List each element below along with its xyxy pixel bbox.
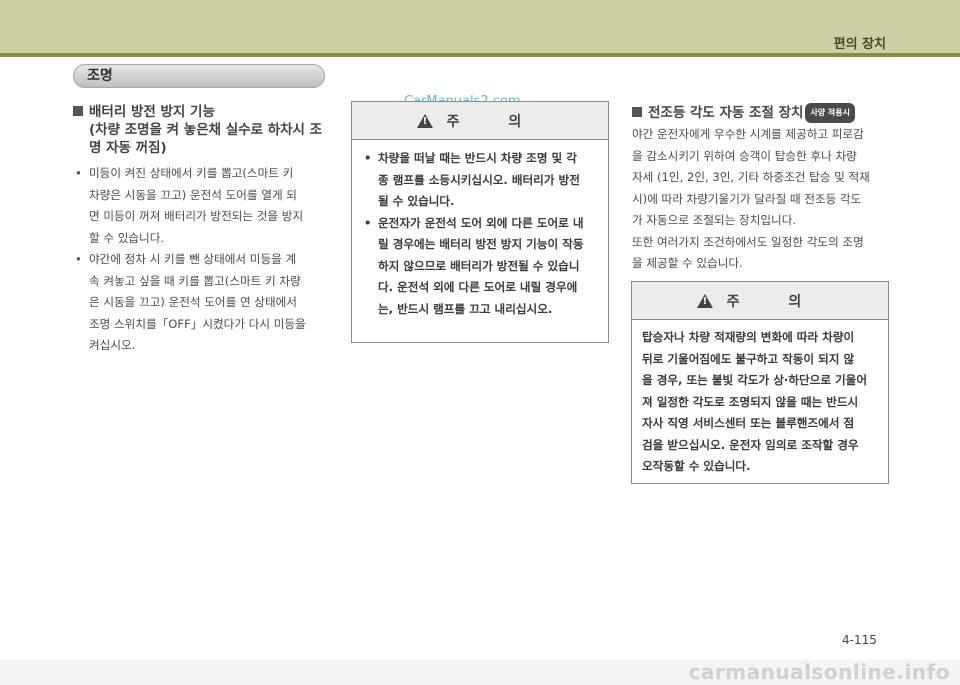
text-line: 야간 운전자에게 우수한 시계를 제공하고 피로감	[632, 127, 864, 141]
option-badge: 사양 적용시	[805, 103, 856, 123]
heading-line: 배터리 방전 방지 기능	[89, 104, 215, 120]
text-line: 져 일정한 각도로 조명되지 않을 때는 반드시	[642, 394, 859, 409]
text-line: 는, 반드시 램프를 끄고 내리십시오.	[378, 301, 553, 316]
heading-line: 명 자동 꺼짐)	[89, 140, 167, 156]
list-item: 차량을 떠날 때는 반드시 차량 조명 및 각 종 램프를 소등시키십시오. 배…	[364, 148, 598, 213]
text-line: 시)에 따라 차량기울기가 달라질 때 전조등 각도	[632, 191, 862, 206]
caution-title: 주 의	[726, 293, 824, 310]
text-line: 자세 (1인, 2인, 3인, 기타 하중조건 탑승 및 적재	[632, 170, 870, 184]
header-band	[0, 0, 960, 53]
warning-icon	[416, 113, 433, 128]
square-bullet-icon	[73, 106, 83, 116]
header-rule	[0, 53, 960, 57]
chapter-title: 편의 장치	[833, 37, 886, 52]
text-line: 다. 운전석 외에 다른 도어로 내릴 경우에	[378, 280, 578, 294]
section-tab: 조명	[73, 64, 325, 88]
text-line: 가 자동으로 조절되는 장치입니다.	[632, 213, 797, 227]
caution-body: 탑승자나 차량 적재량의 변화에 따라 차량이 뒤로 기울어짐에도 불구하고 작…	[632, 320, 888, 478]
text-line: 검을 받으십시오. 운전자 임의로 조작할 경우	[642, 437, 859, 452]
text-line: 속 켜놓고 싶을 때 키를 뽑고(스마트 키 차량	[89, 273, 301, 288]
text-line: 면 미등이 꺼져 배터리가 방전되는 것을 방지	[89, 209, 304, 223]
right-paragraph: 야간 운전자에게 우수한 시계를 제공하고 피로감 을 감소시키기 위하여 승객…	[632, 124, 902, 275]
text-line: 조명 스위치를「OFF」시켰다가 다시 미등을	[89, 316, 306, 331]
heading-text: 전조등 각도 자동 조절 장치	[648, 105, 804, 121]
text-line: 할 수 있습니다.	[89, 230, 165, 245]
text-line: 을 경우, 또는 불빛 각도가 상·하단으로 기울어	[642, 373, 868, 387]
site-watermark: carmanualsonline.info	[688, 660, 950, 684]
text-line: 릴 경우에는 배터리 방전 방지 기능이 작동	[378, 237, 584, 251]
text-line: 종 램프를 소등시키십시오. 배터리가 방전	[378, 172, 580, 187]
heading-line: (차량 조명을 켜 놓은채 실수로 하차시 조	[89, 122, 323, 138]
square-bullet-icon	[632, 107, 642, 117]
text-line: 차량을 떠날 때는 반드시 차량 조명 및 각	[378, 151, 577, 165]
list-item: 야간에 정차 시 키를 뺀 상태에서 미등을 계 속 켜놓고 싶을 때 키를 뽑…	[75, 249, 337, 357]
text-line: 탑승자나 차량 적재량의 변화에 따라 차량이	[642, 330, 855, 344]
text-line: 미등이 켜진 상태에서 키를 뽑고(스마트 키	[89, 166, 294, 180]
list-item: 운전자가 운전석 도어 외에 다른 도어로 내 릴 경우에는 배터리 방전 방지…	[364, 213, 598, 321]
text-line: 차량은 시동을 끄고) 운전석 도어를 열게 되	[89, 187, 297, 202]
left-heading: 배터리 방전 방지 기능 (차량 조명을 켜 놓은채 실수로 하차시 조 명 자…	[73, 103, 333, 157]
text-line: 또한 여러가지 조건하에서도 일정한 각도의 조명	[632, 234, 864, 249]
caution-box: 주 의 탑승자나 차량 적재량의 변화에 따라 차량이 뒤로 기울어짐에도 불구…	[631, 281, 889, 484]
text-line: 을 감소시키기 위하여 승객이 탑승한 후나 차량	[632, 148, 857, 163]
page-number: 4-115	[842, 633, 877, 647]
text-line: 될 수 있습니다.	[378, 194, 455, 208]
text-line: 을 제공할 수 있습니다.	[632, 256, 743, 270]
caution-header: 주 의	[632, 282, 888, 320]
right-heading: 전조등 각도 자동 조절 장치 사양 적용시	[632, 103, 902, 123]
text-line: 야간에 정차 시 키를 뺀 상태에서 미등을 계	[89, 252, 297, 266]
caution-header: 주 의	[352, 102, 608, 140]
text-line: 오작동할 수 있습니다.	[642, 459, 751, 473]
text-line: 운전자가 운전석 도어 외에 다른 도어로 내	[378, 215, 584, 230]
left-bullets: 미등이 켜진 상태에서 키를 뽑고(스마트 키 차량은 시동을 끄고) 운전석 …	[75, 163, 337, 357]
caution-box: 주 의 차량을 떠날 때는 반드시 차량 조명 및 각 종 램프를 소등시키십시…	[351, 101, 609, 343]
list-item: 미등이 켜진 상태에서 키를 뽑고(스마트 키 차량은 시동을 끄고) 운전석 …	[75, 163, 337, 249]
text-line: 은 시동을 끄고) 운전석 도어를 연 상태에서	[89, 295, 297, 309]
text-line: 켜십시오.	[89, 338, 136, 352]
text-line: 하지 않으므로 배터리가 방전될 수 있습니	[378, 258, 580, 273]
text-line: 자사 직영 서비스센터 또는 블루핸즈에서 점	[642, 416, 855, 430]
caution-title: 주 의	[446, 113, 544, 130]
text-line: 뒤로 기울어짐에도 불구하고 작동이 되지 않	[642, 351, 855, 366]
caution-body: 차량을 떠날 때는 반드시 차량 조명 및 각 종 램프를 소등시키십시오. 배…	[352, 140, 608, 320]
warning-icon	[696, 293, 713, 308]
